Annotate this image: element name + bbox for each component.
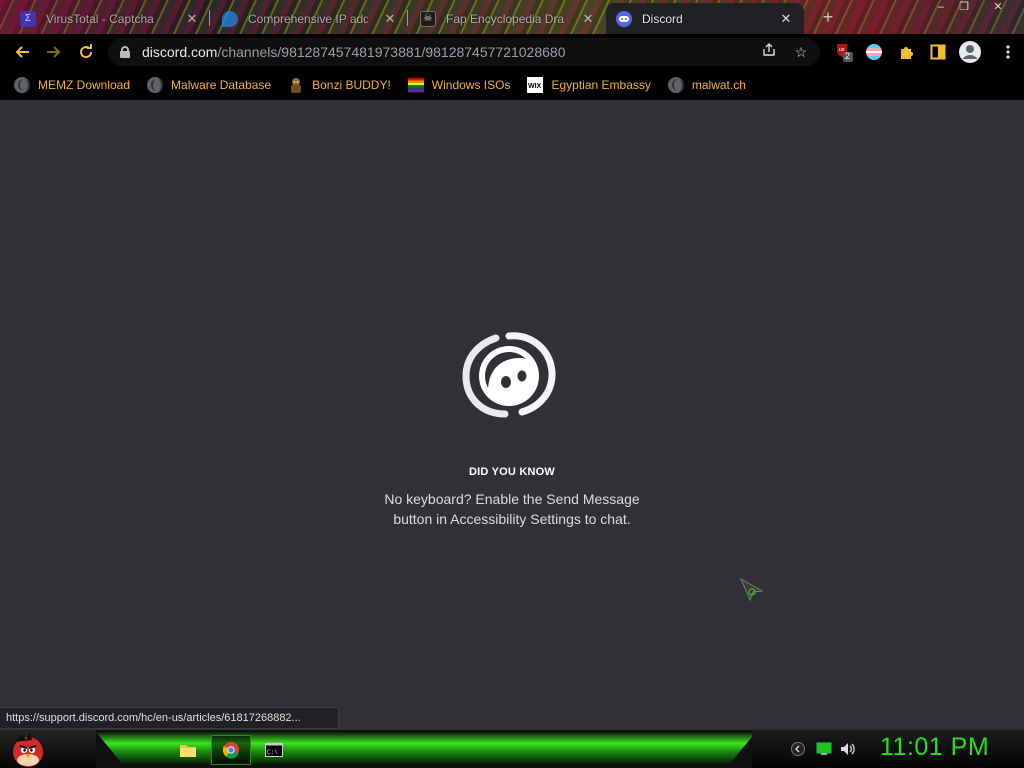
location-pin-icon — [222, 10, 238, 27]
tab-title: Comprehensive IP addr — [248, 11, 368, 26]
svg-text:WIX: WIX — [528, 83, 542, 90]
bonzi-icon — [291, 78, 302, 93]
rainbow-flag-icon — [407, 78, 424, 93]
url-text[interactable]: discord.com/channels/981287457481973881/… — [142, 44, 565, 60]
close-tab-icon[interactable]: ✕ — [778, 11, 794, 27]
bookmark-memz[interactable]: MEMZ Download — [14, 73, 130, 97]
bookmark-malware-database[interactable]: Malware Database — [147, 73, 271, 97]
side-panel-icon — [930, 44, 946, 60]
bookmark-label: Windows ISOs — [431, 78, 511, 92]
reload-button[interactable] — [72, 38, 100, 66]
close-tab-icon[interactable]: ✕ — [580, 11, 596, 27]
kebab-menu-icon — [1006, 45, 1010, 59]
virustotal-icon: Σ — [20, 10, 36, 27]
svg-text:C:\: C:\ — [267, 749, 278, 756]
close-tab-icon[interactable]: ✕ — [382, 11, 398, 27]
chrome-icon — [222, 742, 239, 759]
tab-title: VirusTotal - Captcha — [46, 11, 154, 26]
tab-title: Fap Encyclopedia Dra — [446, 11, 565, 26]
bookmark-egyptian-embassy[interactable]: WIX Egyptian Embassy — [527, 73, 651, 97]
ublock-extension[interactable]: uo 2 — [834, 42, 854, 62]
minimize-button[interactable]: – — [930, 0, 952, 14]
extension-badge: 2 — [845, 51, 851, 61]
globe-icon — [147, 77, 164, 93]
did-you-know-tip: No keyboard? Enable the Send Message but… — [342, 489, 682, 529]
new-tab-button[interactable]: + — [818, 7, 838, 27]
skull-icon: ☠ — [420, 10, 436, 27]
avatar-icon — [959, 41, 981, 63]
bookmark-bonzi[interactable]: Bonzi BUDDY! — [288, 73, 391, 97]
tip-line-2: button in Accessibility Settings to chat… — [393, 511, 631, 527]
close-tab-icon[interactable]: ✕ — [184, 11, 200, 27]
back-arrow-icon — [15, 46, 29, 58]
tab-title: Discord — [642, 11, 683, 26]
discord-icon — [616, 10, 632, 27]
ublock-icon: uo — [837, 44, 853, 62]
discord-loading-screen: DID YOU KNOW No keyboard? Enable the Sen… — [0, 100, 1024, 730]
bookmark-malwatch[interactable]: malwat.ch — [667, 73, 746, 97]
forward-arrow-icon — [47, 46, 61, 58]
tab-virustotal[interactable]: Σ VirusTotal - Captcha ✕ — [10, 3, 210, 34]
globe-icon — [14, 77, 30, 93]
mouse-cursor-icon — [740, 578, 764, 602]
extensions-button[interactable] — [896, 42, 916, 62]
close-window-button[interactable]: ✕ — [987, 0, 1009, 14]
tab-encyclopedia[interactable]: ☠ Fap Encyclopedia Dra ✕ — [410, 3, 606, 34]
did-you-know-heading: DID YOU KNOW — [469, 466, 555, 478]
discord-loading-logo-icon — [462, 332, 556, 418]
side-panel-button[interactable] — [928, 42, 948, 62]
reload-icon — [80, 44, 93, 59]
bookmark-label: Egyptian Embassy — [551, 78, 651, 92]
tab-strip: Σ VirusTotal - Captcha ✕ Comprehensive I… — [0, 0, 1024, 34]
taskbar-clock[interactable]: 11:01 PM — [880, 733, 989, 762]
maximize-button[interactable]: ❐ — [953, 0, 975, 14]
puzzle-icon — [901, 47, 913, 59]
network-icon[interactable] — [816, 741, 832, 757]
browser-toolbar: discord.com/channels/981287457481973881/… — [0, 34, 1024, 70]
bookmark-star-icon[interactable]: ☆ — [791, 42, 811, 62]
link-status-bubble: https://support.discord.com/hc/en-us/art… — [0, 707, 339, 729]
start-button-angry-bird-icon[interactable] — [8, 730, 48, 768]
browser-menu-button[interactable] — [998, 42, 1018, 62]
svg-text:uo: uo — [839, 47, 845, 53]
pride-flag-icon — [866, 44, 882, 60]
tab-divider — [209, 10, 210, 26]
profile-button[interactable] — [958, 40, 982, 64]
url-path: /channels/981287457481973881/98128745772… — [217, 44, 566, 60]
taskbar-command-prompt[interactable]: C:\ — [254, 735, 294, 765]
tab-discord[interactable]: Discord ✕ — [606, 3, 804, 34]
bookmark-label: Malware Database — [171, 78, 272, 92]
bookmarks-bar: MEMZ Download Malware Database Bonzi BUD… — [0, 70, 1024, 100]
command-prompt-icon: C:\ — [265, 743, 283, 757]
taskbar: C:\ 11:01 PM — [0, 730, 1024, 768]
address-bar[interactable]: discord.com/channels/981287457481973881/… — [108, 38, 820, 66]
share-icon[interactable] — [759, 42, 779, 62]
taskbar-file-explorer[interactable] — [168, 735, 208, 765]
bookmark-label: malwat.ch — [691, 78, 746, 92]
wix-icon: WIX — [527, 77, 544, 93]
taskbar-chrome[interactable] — [211, 735, 251, 765]
file-explorer-icon — [180, 745, 196, 757]
url-host: discord.com — [142, 44, 218, 60]
tray-arrow-icon[interactable] — [790, 741, 806, 757]
bookmark-windows-isos[interactable]: Windows ISOs — [407, 73, 511, 97]
bookmark-label: Bonzi BUDDY! — [312, 78, 391, 92]
tab-ip-address[interactable]: Comprehensive IP addr ✕ — [212, 3, 408, 34]
volume-icon[interactable] — [840, 741, 856, 757]
back-button[interactable] — [8, 38, 36, 66]
globe-icon — [667, 77, 684, 93]
forward-button[interactable] — [40, 38, 68, 66]
tip-line-1: No keyboard? Enable the Send Message — [384, 491, 640, 507]
bookmark-label: MEMZ Download — [38, 78, 131, 92]
flag-extension[interactable] — [864, 42, 884, 62]
tab-divider — [407, 10, 408, 26]
lock-icon[interactable] — [120, 46, 130, 58]
